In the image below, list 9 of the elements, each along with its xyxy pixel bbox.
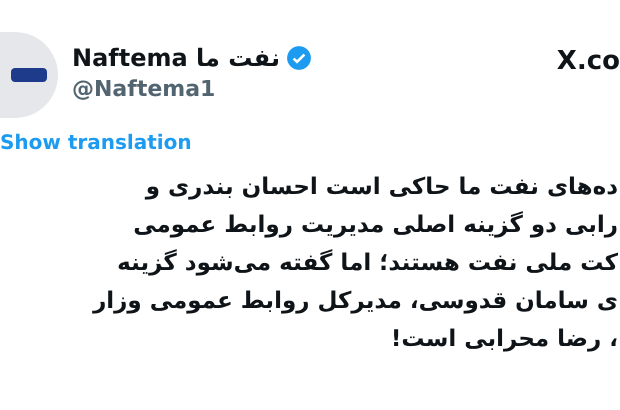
site-label: X.co [556,44,620,78]
show-translation-link[interactable]: Show translation [0,128,620,156]
tweet-text-line: ده‌های نفت ما حاکی است احسان بندری و [146,173,618,202]
tweet-text-line: ، رضا محرابی است! [390,325,618,354]
tweet-text-line: کت ملی نفت هستند؛ اما گفته می‌شود گزینه [117,248,618,278]
tweet-text-line: ی سامان قدوسی، مدیرکل روابط عمومی وزار [93,287,618,316]
author-handle: @Naftema1 [72,76,216,104]
tweet-text-line: رابی دو گزینه اصلی مدیریت روابط عمومی [133,210,618,240]
author-name: Naftema نفت ما [72,43,280,73]
